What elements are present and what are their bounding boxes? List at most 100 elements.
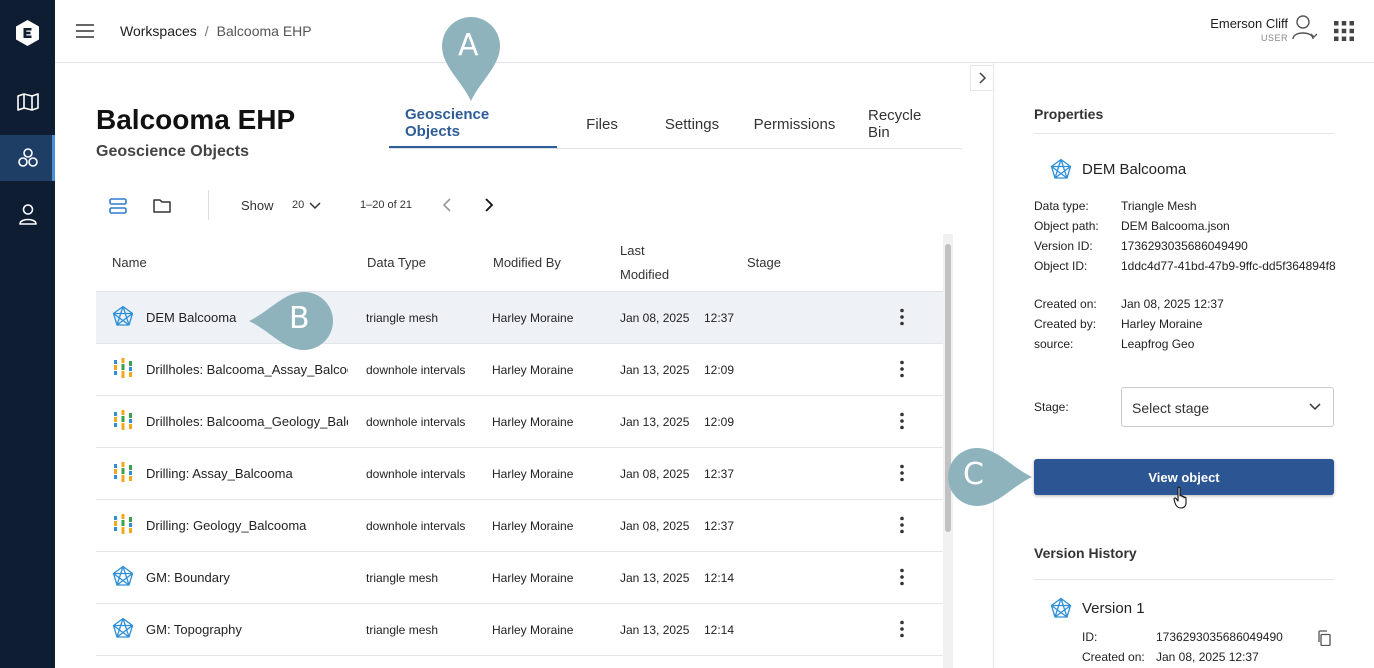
page-size-select[interactable]: 20	[292, 199, 304, 211]
callout-c: C	[939, 447, 1033, 507]
table-row[interactable]: GM: Topography triangle mesh Harley Morain…	[96, 604, 943, 656]
tab-settings[interactable]: Settings	[647, 100, 737, 148]
property-value: DEM Balcooma.json	[1121, 219, 1230, 233]
page-range: 1–20 of 21	[360, 199, 412, 211]
property-key: Version ID:	[1034, 239, 1093, 253]
column-header-stage[interactable]: Stage	[747, 255, 781, 270]
property-key: Created by:	[1034, 317, 1097, 331]
drillhole-icon	[112, 409, 134, 431]
app-grid-icon[interactable]	[1334, 21, 1354, 41]
property-value: 1ddc4d77-41bd-47b9-9ffc-dd5f364894f8	[1121, 259, 1336, 273]
row-modified-by: Harley Moraine	[492, 623, 574, 637]
more-options-icon[interactable]	[900, 464, 904, 482]
chevron-down-icon[interactable]	[308, 198, 322, 212]
column-header-modified-by[interactable]: Modified By	[493, 255, 561, 270]
breadcrumb-workspaces[interactable]: Workspaces	[120, 23, 197, 39]
tab-recycle-bin[interactable]: Recycle Bin	[852, 100, 962, 148]
properties-divider	[1034, 133, 1334, 134]
mesh-icon	[112, 565, 134, 587]
property-key: Data type:	[1034, 199, 1089, 213]
table-row[interactable]: GM: Boundary triangle mesh Harley Moraine J…	[96, 552, 943, 604]
copy-icon[interactable]	[1316, 630, 1332, 647]
table-row[interactable]: Drilling: Assay_Balcooma downhole interva…	[96, 448, 943, 500]
column-header-name[interactable]: Name	[112, 255, 147, 270]
more-options-icon[interactable]	[900, 412, 904, 430]
mesh-icon	[1050, 597, 1072, 618]
version-id-label: ID:	[1082, 630, 1098, 644]
version-header: Version 1	[1050, 597, 1145, 619]
row-name[interactable]: GM: Topography	[146, 622, 348, 637]
row-data-type: downhole intervals	[366, 363, 466, 377]
row-modified-time: 12:37	[704, 467, 735, 481]
toolbar-divider	[208, 190, 209, 220]
row-name[interactable]: Drillholes: Balcooma_Assay_Balcooma	[146, 362, 348, 377]
stage-label: Stage:	[1034, 400, 1069, 414]
chevron-right-icon	[979, 72, 987, 84]
row-modified-by: Harley Moraine	[492, 415, 574, 429]
row-name[interactable]: GM: Boundary	[146, 570, 348, 585]
user-name: Emerson Cliff	[1210, 16, 1288, 31]
user-account-icon[interactable]	[1292, 14, 1318, 42]
tab-bar: Geoscience Objects Files Settings Permis…	[389, 100, 962, 149]
row-modified-date: Jan 08, 2025	[620, 467, 690, 481]
list-view-icon[interactable]	[108, 196, 128, 216]
callout-a-label: A	[458, 28, 479, 63]
drillhole-icon	[112, 461, 134, 483]
more-options-icon[interactable]	[900, 568, 904, 586]
callout-c-label: C	[963, 457, 984, 492]
map-icon[interactable]	[0, 79, 55, 125]
row-data-type: downhole intervals	[366, 519, 466, 533]
column-header-last-modified-line2[interactable]: Modified	[620, 267, 669, 282]
property-key: Created on:	[1034, 297, 1097, 311]
row-modified-by: Harley Moraine	[492, 571, 574, 585]
table-row[interactable]: Drillholes: Balcooma_Assay_Balcooma downh…	[96, 344, 943, 396]
tab-geoscience-objects[interactable]: Geoscience Objects	[389, 100, 557, 148]
user-info[interactable]: Emerson Cliff USER	[1210, 16, 1288, 43]
row-modified-date: Jan 13, 2025	[620, 363, 690, 377]
table-row[interactable]: Drilling: Geology_Balcooma downhole inter…	[96, 500, 943, 552]
row-name[interactable]: Drillholes: Balcooma_Geology_Balcooma	[146, 414, 348, 429]
row-data-type: triangle mesh	[366, 311, 439, 325]
row-modified-time: 12:14	[704, 571, 735, 585]
breadcrumb-current: Balcooma EHP	[216, 23, 312, 39]
more-options-icon[interactable]	[900, 516, 904, 534]
collapse-panel-button[interactable]	[970, 65, 994, 91]
version-created-label: Created on:	[1082, 650, 1145, 664]
table-row[interactable]: DEM Balcooma triangle mesh Harley Moraine J…	[96, 292, 943, 344]
property-key: Object path:	[1034, 219, 1099, 233]
property-value: 1736293035686049490	[1121, 239, 1248, 253]
tab-permissions[interactable]: Permissions	[737, 100, 852, 148]
property-value: Jan 08, 2025 12:37	[1121, 297, 1224, 311]
profile-icon[interactable]	[0, 191, 55, 237]
stage-select[interactable]: Select stage	[1121, 387, 1334, 427]
table-header: Name Data Type Modified By Last Modified…	[96, 234, 943, 292]
more-options-icon[interactable]	[900, 308, 904, 326]
list-toolbar: Show 20 1–20 of 21	[96, 186, 566, 226]
property-value: Triangle Mesh	[1121, 199, 1197, 213]
row-name[interactable]: Drilling: Geology_Balcooma	[146, 518, 348, 533]
row-modified-by: Harley Moraine	[492, 519, 574, 533]
row-modified-time: 12:09	[704, 415, 735, 429]
row-name[interactable]: Drilling: Assay_Balcooma	[146, 466, 348, 481]
more-options-icon[interactable]	[900, 360, 904, 378]
row-data-type: triangle mesh	[366, 623, 439, 637]
more-options-icon[interactable]	[900, 620, 904, 638]
selected-object-header: DEM Balcooma	[1050, 158, 1186, 180]
folder-view-icon[interactable]	[152, 196, 172, 216]
row-modified-time: 12:14	[704, 623, 735, 637]
row-modified-time: 12:09	[704, 363, 735, 377]
prev-page-icon[interactable]	[440, 197, 456, 213]
row-data-type: downhole intervals	[366, 415, 466, 429]
properties-heading: Properties	[1034, 106, 1104, 122]
property-key: Object ID:	[1034, 259, 1088, 273]
table-row[interactable]: Drillholes: Balcooma_Geology_Balcooma dow…	[96, 396, 943, 448]
tab-files[interactable]: Files	[557, 100, 647, 148]
column-header-data-type[interactable]: Data Type	[367, 255, 426, 270]
workspaces-icon[interactable]	[0, 135, 55, 181]
next-page-icon[interactable]	[480, 197, 496, 213]
column-header-last-modified[interactable]: Last	[620, 243, 645, 258]
app-logo-icon[interactable]	[15, 19, 40, 47]
menu-icon[interactable]	[75, 23, 95, 39]
mesh-icon	[1050, 158, 1072, 179]
mesh-icon	[112, 305, 134, 327]
